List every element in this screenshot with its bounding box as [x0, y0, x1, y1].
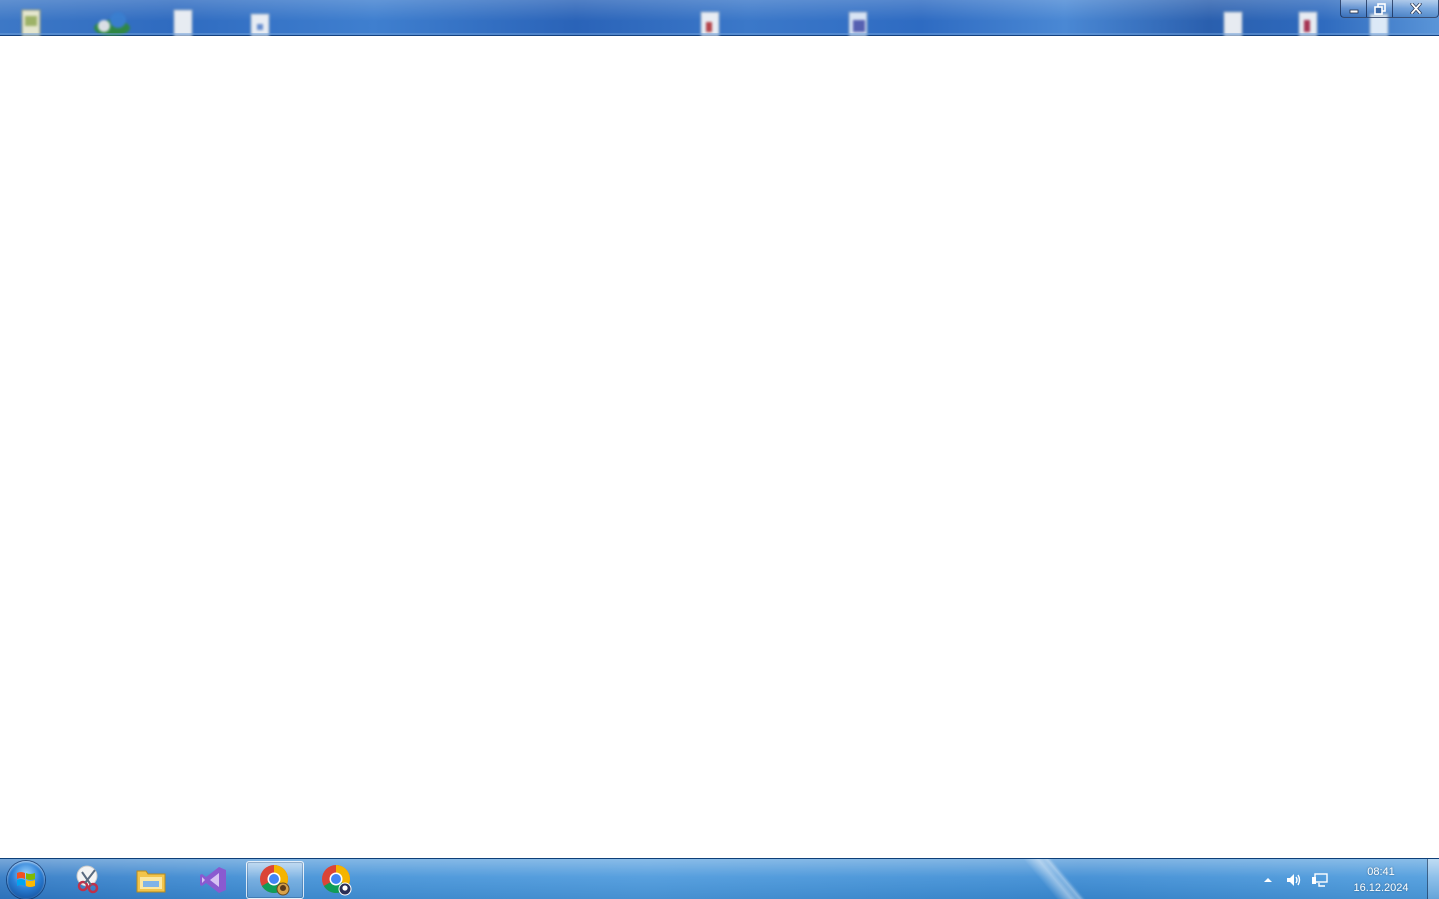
show-desktop-button[interactable]: [1427, 859, 1439, 899]
system-tray: 08:41 16.12.2024: [1257, 859, 1439, 899]
network-button[interactable]: [1309, 869, 1331, 891]
document-icon: [1220, 8, 1246, 36]
clock[interactable]: 08:41 16.12.2024: [1341, 864, 1421, 896]
taskbar-item-chrome-profile-2[interactable]: [308, 861, 366, 899]
window-controls: [1340, 0, 1439, 19]
image-document-icon: [846, 8, 872, 36]
volume-button[interactable]: [1283, 869, 1305, 891]
taskbar-item-windows-explorer[interactable]: [122, 861, 180, 899]
visual-studio-icon: [200, 867, 226, 893]
network-icon: [90, 8, 134, 36]
clock-time: 08:41: [1367, 865, 1395, 878]
start-button[interactable]: [7, 861, 45, 899]
chevron-up-icon: [1264, 877, 1272, 882]
minimize-button[interactable]: [1340, 0, 1367, 18]
pdf-document-icon: [1295, 8, 1321, 36]
taskbar-item-visual-studio[interactable]: [184, 861, 242, 899]
document-icon: [170, 8, 196, 36]
restore-button[interactable]: [1367, 0, 1393, 18]
minimize-icon: [1349, 9, 1358, 13]
folder-icon: [136, 870, 166, 893]
file-icon: [18, 8, 44, 36]
chrome-icon: [260, 865, 290, 896]
window-titlebar[interactable]: [0, 0, 1439, 36]
close-icon: [1409, 3, 1422, 14]
screen: 08:41 16.12.2024: [0, 0, 1439, 899]
window-content-area[interactable]: [0, 36, 1439, 858]
network-icon: [1312, 872, 1328, 887]
volume-icon: [1287, 873, 1301, 886]
clock-date: 16.12.2024: [1353, 881, 1409, 894]
chrome-icon: [322, 865, 352, 896]
show-hidden-icons-button[interactable]: [1257, 869, 1279, 891]
close-button[interactable]: [1393, 0, 1439, 18]
taskbar-item-chrome-profile-1[interactable]: [246, 861, 304, 899]
pdf-document-icon: [697, 8, 723, 36]
windows-logo-icon: [17, 872, 35, 887]
taskbar: 08:41 16.12.2024: [0, 858, 1439, 899]
taskbar-item-snipping-tool[interactable]: [60, 861, 118, 899]
document-icon: [247, 8, 273, 36]
restore-icon: [1373, 2, 1386, 15]
scissors-icon: [76, 865, 99, 894]
